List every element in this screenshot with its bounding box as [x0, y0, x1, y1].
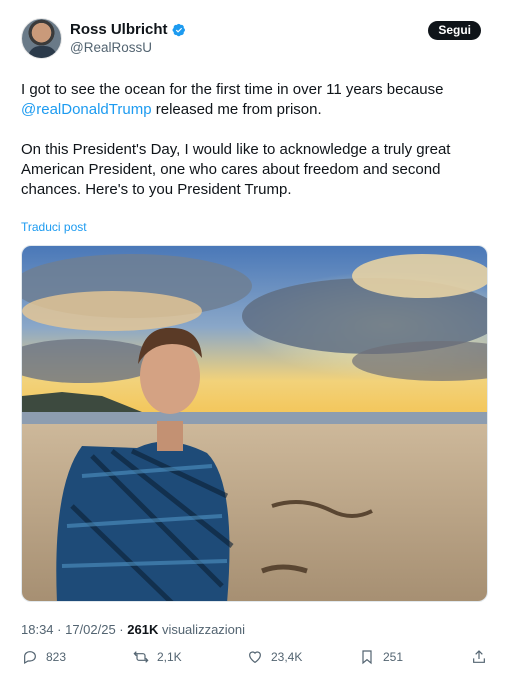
reply-button[interactable]: 823	[22, 649, 66, 665]
views-label: visualizzazioni	[158, 622, 246, 637]
bookmark-icon	[362, 650, 372, 665]
repost-count: 2,1K	[157, 650, 182, 664]
tweet-paragraph-2: On this President's Day, I would like to…	[21, 141, 451, 198]
display-name[interactable]: Ross Ulbricht	[70, 21, 186, 39]
tweet-header: Ross Ulbricht @RealRossU Segui	[21, 18, 484, 60]
tweet-text-part: I got to see the ocean for the first tim…	[21, 81, 444, 98]
share-icon	[473, 650, 485, 663]
bookmark-count: 251	[383, 650, 404, 664]
like-button[interactable]: 23,4K	[247, 649, 302, 665]
display-name-text[interactable]: Ross Ulbricht	[70, 21, 168, 39]
views-count: 261K	[127, 622, 159, 637]
avatar[interactable]	[21, 18, 62, 59]
action-bar: 823 2,1K 23,4K 251	[21, 649, 488, 671]
tweet-photo[interactable]	[21, 245, 488, 602]
author-info: Ross Ulbricht @RealRossU	[70, 21, 186, 57]
share-button[interactable]	[471, 649, 487, 665]
reply-count: 823	[46, 650, 67, 664]
repost-icon	[133, 651, 149, 663]
tweet-text-part: released me from prison.	[151, 101, 322, 118]
repost-button[interactable]: 2,1K	[133, 649, 182, 665]
tweet-meta: 18:34 · 17/02/25 · 261K visualizzazioni	[21, 622, 245, 638]
follow-button[interactable]: Segui	[428, 21, 481, 40]
translate-post-link[interactable]: Traduci post	[21, 220, 87, 235]
tweet-text: I got to see the ocean for the first tim…	[21, 80, 484, 220]
like-count: 23,4K	[271, 650, 303, 664]
verified-badge-icon	[172, 23, 185, 37]
mention-link[interactable]: @realDonaldTrump	[21, 101, 152, 118]
timestamp[interactable]: 18:34 · 17/02/25 ·	[21, 622, 127, 637]
reply-icon	[24, 651, 36, 665]
tweet-paragraph-1: I got to see the ocean for the first tim…	[21, 80, 484, 120]
like-icon	[249, 651, 261, 664]
beach-photo-illustration	[22, 246, 487, 601]
bookmark-button[interactable]: 251	[359, 649, 403, 665]
handle[interactable]: @RealRossU	[70, 39, 186, 57]
